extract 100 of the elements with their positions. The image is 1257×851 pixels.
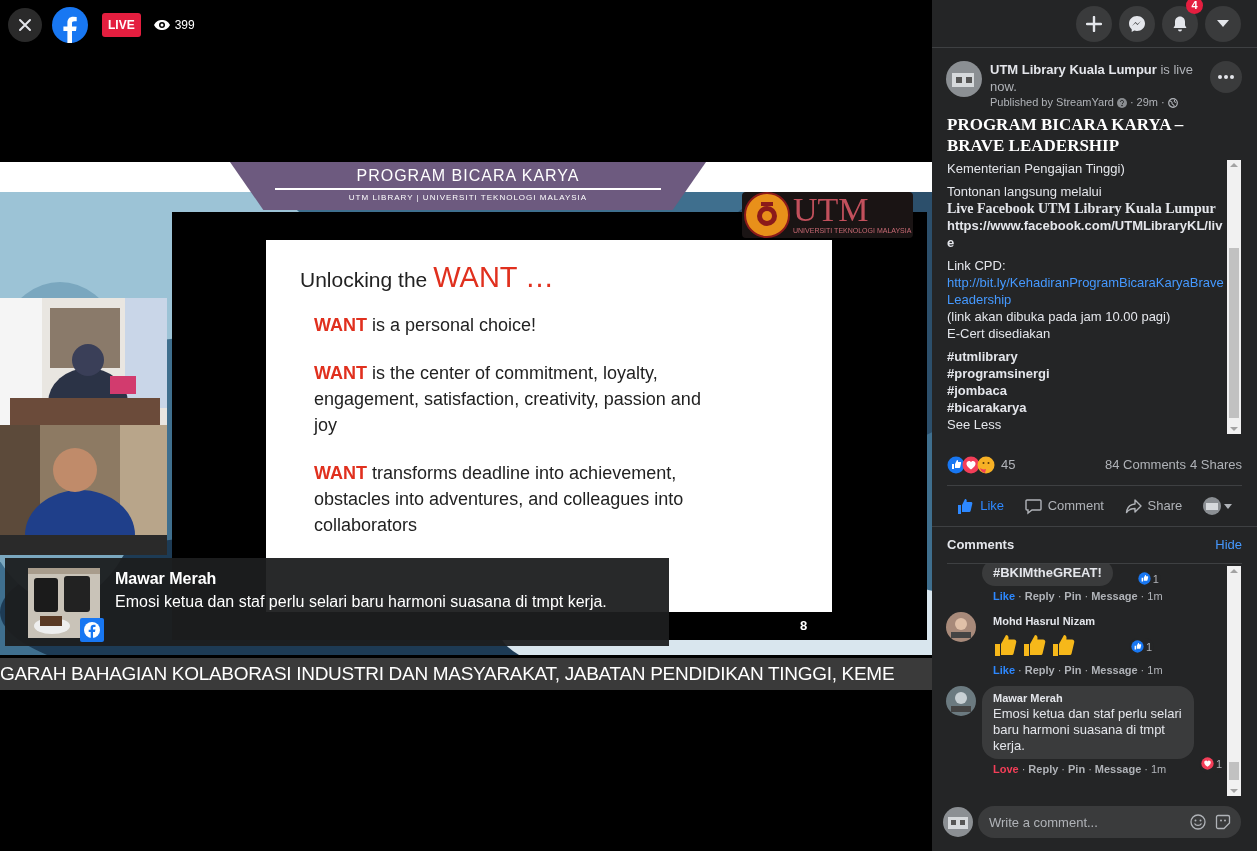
comment-action-link[interactable]: Reply xyxy=(1028,762,1059,776)
separator-dot: · xyxy=(1084,589,1089,603)
more-options-button[interactable] xyxy=(1210,61,1242,93)
viewer-count: 399 xyxy=(174,17,195,34)
separator-dot: · xyxy=(1061,762,1065,776)
separator-dot: · xyxy=(1057,589,1062,603)
close-icon xyxy=(18,18,32,32)
like-reaction-icon xyxy=(1137,572,1151,586)
care-reaction-icon xyxy=(977,456,995,474)
thumbs-up-icon xyxy=(993,633,1018,658)
comment-time[interactable]: 1m xyxy=(1147,589,1163,603)
description-text: See Less xyxy=(947,416,1003,433)
separator-dot: · xyxy=(1140,663,1145,677)
commenter-name[interactable]: Mohd Hasrul Nizam xyxy=(993,614,1096,629)
messenger-button[interactable] xyxy=(1119,5,1155,42)
comment-text: Emosi ketua dan staf perlu selari baru harmoni suasana di tmpt kerja. xyxy=(993,706,1183,754)
separator-dot: · xyxy=(1129,95,1134,110)
separator-dot: · xyxy=(1144,762,1148,776)
comment-time[interactable]: 1m xyxy=(1150,762,1167,776)
hashtag-link[interactable]: #jombaca xyxy=(947,382,1225,399)
hashtag-link[interactable]: #utmlibrary xyxy=(947,348,1225,365)
logo-icon[interactable] xyxy=(52,7,88,43)
love-reaction-icon xyxy=(962,456,980,474)
love-reaction-icon xyxy=(1200,757,1214,771)
thumbs-up-icon xyxy=(1022,633,1047,658)
live-badge: LIVE xyxy=(102,13,141,37)
post-title: PROGRAM BICARA KARYA – BRAVE LEADERSHIP xyxy=(946,114,1185,156)
reaction-pill[interactable]: 1 xyxy=(1198,754,1224,773)
plus-button[interactable] xyxy=(1076,5,1112,42)
reaction-pill[interactable]: 1 xyxy=(1128,637,1155,656)
comment-count[interactable]: 84 Comments xyxy=(1105,455,1186,475)
more-icon xyxy=(1218,75,1234,79)
publisher-text: Published by StreamYard xyxy=(990,95,1114,110)
share-button[interactable]: Share xyxy=(1124,496,1183,516)
banner-title: PROGRAM BICARA KARYA xyxy=(356,166,580,186)
description-text: E-Cert disediakan xyxy=(947,325,1052,342)
notification-badge: 4 xyxy=(1186,0,1203,14)
comment-text: #BKIMtheGREAT! xyxy=(993,565,1102,581)
reaction-link[interactable]: Love xyxy=(993,762,1019,776)
comment-button[interactable]: Comment xyxy=(1024,496,1104,516)
bold-text: Live Facebook UTM Library Kuala Lumpur xyxy=(947,200,1217,217)
messenger-icon xyxy=(1128,14,1146,33)
close-button[interactable] xyxy=(8,8,42,42)
caret-icon xyxy=(1223,503,1232,509)
comments-heading: Comments xyxy=(947,536,1015,555)
hide-link[interactable]: Hide xyxy=(1215,535,1242,555)
sticker-icon[interactable] xyxy=(1215,814,1231,830)
avatar[interactable] xyxy=(943,807,973,837)
description-text: Kementerian Pengajian Tinggi) xyxy=(947,160,1126,177)
scrollbar[interactable] xyxy=(1227,160,1241,434)
separator-dot: · xyxy=(1018,663,1022,677)
description-text: Link CPD: xyxy=(947,257,1007,274)
ticker-text: GARAH BAHAGIAN KOLABORASI INDUSTRI DAN MASYARAKAT, JABATAN PENDIDIKAN TINGGI, KEME xyxy=(0,661,895,686)
separator-dot: · xyxy=(1161,95,1165,110)
description-text: Tontonan langsung melalui xyxy=(947,183,1103,200)
comment-action-link[interactable]: Message xyxy=(1091,663,1138,677)
hashtag-link[interactable]: #bicarakarya xyxy=(947,399,1225,416)
like-button[interactable]: Like xyxy=(957,496,1005,516)
reaction-link[interactable]: Like xyxy=(993,589,1015,603)
comment-action-link[interactable]: Message xyxy=(1094,762,1142,776)
eye-icon xyxy=(152,19,171,31)
like-reaction-icon xyxy=(947,456,965,474)
account-menu-button[interactable] xyxy=(1205,5,1241,42)
reaction-pill[interactable]: 1 xyxy=(1135,569,1161,588)
separator-dot: · xyxy=(1088,762,1092,776)
comment-action-link[interactable]: Reply xyxy=(1024,663,1055,677)
thumbs-up-icon xyxy=(957,497,975,515)
avatar xyxy=(1202,497,1221,515)
audience-selector[interactable] xyxy=(1202,497,1232,515)
scrollbar[interactable] xyxy=(1227,566,1241,796)
description-text: (link akan dibuka pada jam 10.00 pagi) xyxy=(947,308,1172,325)
avatar[interactable] xyxy=(946,61,982,97)
comment-input-field[interactable]: Write a comment... xyxy=(978,806,1241,838)
link[interactable]: http://bit.ly/KehadiranProgramBicaraKaryaBraveLeadership xyxy=(947,274,1225,308)
url-text: https://www.facebook.com/UTMLibraryKL/live xyxy=(947,217,1224,251)
plus-icon xyxy=(1086,15,1102,32)
comment-action-link[interactable]: Pin xyxy=(1064,589,1082,603)
comment-action-link[interactable]: Pin xyxy=(1068,762,1086,776)
reaction-count[interactable]: 45 xyxy=(1001,455,1016,475)
bell-icon xyxy=(1171,14,1189,33)
globe-icon xyxy=(1167,97,1178,108)
hashtag-link[interactable]: #programsinergi xyxy=(947,365,1225,382)
share-count[interactable]: 4 Shares xyxy=(1189,455,1242,475)
comment-time[interactable]: 1m xyxy=(1147,663,1163,677)
avatar[interactable] xyxy=(946,612,976,642)
separator-dot: · xyxy=(1018,589,1022,603)
separator-dot: · xyxy=(1021,762,1026,776)
separator-dot: · xyxy=(1084,663,1089,677)
like-reaction-icon xyxy=(1130,640,1144,654)
avatar[interactable] xyxy=(946,686,976,716)
reaction-link[interactable]: Like xyxy=(993,663,1015,677)
comment-action-link[interactable]: Message xyxy=(1091,589,1138,603)
post-time[interactable]: 29m xyxy=(1136,95,1158,110)
caret-icon xyxy=(1217,20,1229,27)
comment-action-link[interactable]: Pin xyxy=(1064,663,1082,677)
post-headline: UTM Library Kuala Lumpur is live now. xyxy=(990,61,1194,95)
comment-action-link[interactable]: Reply xyxy=(1024,589,1055,603)
smiley-icon[interactable] xyxy=(1190,814,1206,830)
commenter-name[interactable]: Mawar Merah xyxy=(993,691,1183,706)
separator-dot: · xyxy=(1140,589,1145,603)
